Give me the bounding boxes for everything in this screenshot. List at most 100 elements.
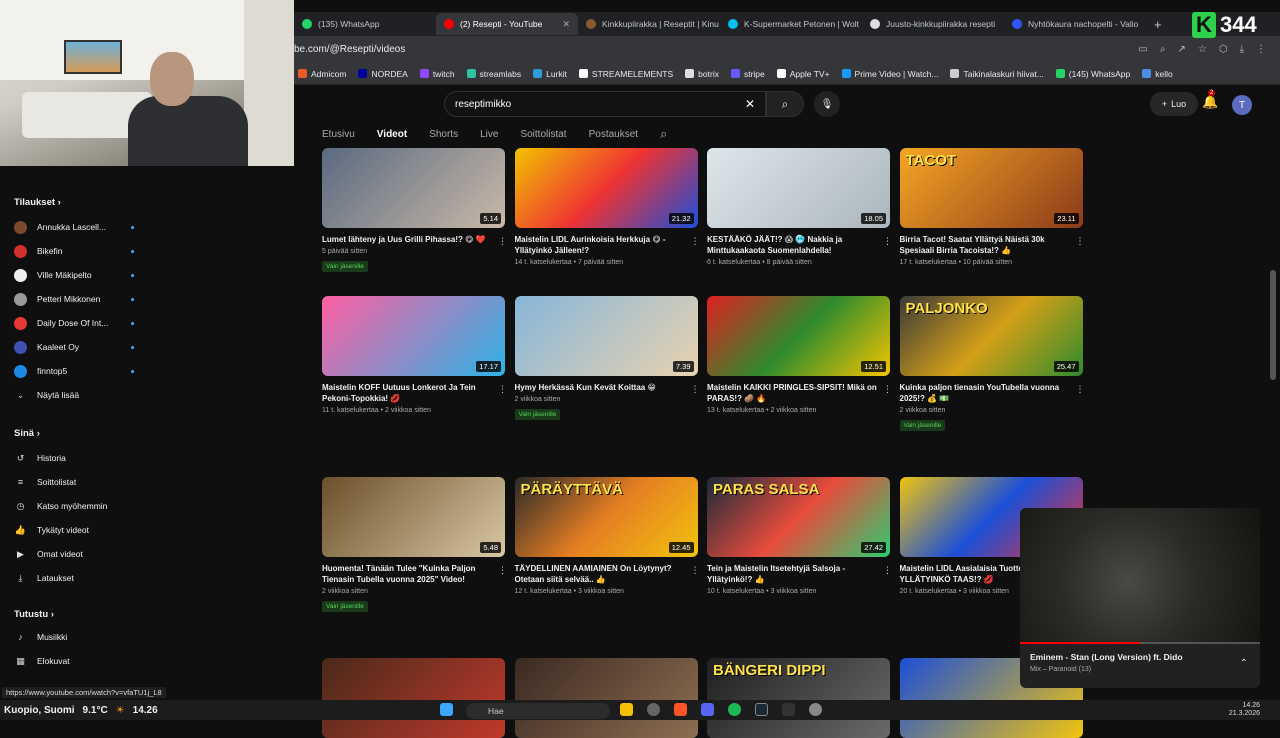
video-title[interactable]: Birria Tacot! Saatat Yllättyä Näistä 30k… [900, 234, 1070, 256]
bookmark-item[interactable]: Admicom [298, 69, 346, 79]
search-value[interactable]: reseptimikko [455, 99, 511, 110]
chrome-icon[interactable] [647, 703, 660, 716]
close-icon[interactable]: ✕ [562, 19, 570, 30]
video-card[interactable]: 18.05 KESTÄÄKÖ JÄÄT!? 😱 🥶 Nakkia ja Mintt… [707, 148, 892, 266]
bookmark-item[interactable]: (145) WhatsApp [1055, 69, 1130, 79]
sidebar-item[interactable]: Bikefin [14, 242, 134, 260]
video-title[interactable]: KESTÄÄKÖ JÄÄT!? 😱 🥶 Nakkia ja Minttukaak… [707, 234, 877, 256]
url-text[interactable]: be.com/@Resepti/videos [294, 44, 405, 55]
more-options-icon[interactable]: ⋮ [498, 384, 507, 395]
sidebar-item[interactable]: ♪ Musiikki [14, 628, 134, 646]
steam-icon[interactable] [755, 703, 768, 716]
bookmark-star-icon[interactable]: ☆ [1198, 44, 1207, 55]
search-button[interactable]: ⌕ [766, 91, 804, 117]
page-scrollbar[interactable] [1270, 270, 1276, 380]
sidebar-item[interactable]: Ville Mäkipelto [14, 266, 134, 284]
more-options-icon[interactable]: ⋮ [1076, 236, 1085, 247]
video-card[interactable]: PALJONKO 25.47 Kuinka paljon tienasin YouT… [899, 296, 1085, 432]
more-options-icon[interactable]: ⋮ [498, 565, 507, 576]
video-card[interactable]: 5.48 Huomenta! Tänään Tulee "Kuinka Paljo… [322, 477, 507, 613]
new-tab-button[interactable]: + [1154, 17, 1162, 32]
channel-tab[interactable]: Videot [377, 129, 407, 140]
windows-start-icon[interactable] [440, 703, 453, 716]
video-thumbnail[interactable]: 12.51 [707, 296, 890, 376]
video-title[interactable]: Tein ja Maistelin Itsetehtyjä Salsoja - … [707, 563, 877, 585]
weather-widget[interactable]: Kuopio, Suomi 9.1°C ☀ 14.26 [4, 700, 158, 720]
sidebar-section-heading[interactable]: Sinä › [14, 428, 40, 439]
browser-tab[interactable]: K-Supermarket Petonen | Wolt [720, 13, 862, 35]
bookmark-item[interactable]: twitch [419, 69, 455, 79]
video-card[interactable]: TACOT 23.11 Birria Tacot! Saatat Yllättyä … [899, 148, 1085, 266]
video-thumbnail[interactable]: PARAS SALSA 27.42 [707, 477, 890, 557]
sidebar-item[interactable]: 👍 Tykätyt videot [14, 521, 134, 539]
menu-icon[interactable]: ⋮ [1256, 44, 1266, 55]
download-icon[interactable]: ⤓ [1240, 44, 1244, 55]
video-card[interactable]: PARAS SALSA 27.42 Tein ja Maistelin Itsete… [707, 477, 892, 595]
create-button[interactable]: + Luo [1150, 92, 1198, 116]
bookmark-item[interactable]: Lurkit [533, 69, 567, 79]
extensions-icon[interactable]: ⬡ [1219, 44, 1228, 55]
miniplayer-progress[interactable] [1020, 642, 1260, 644]
browser-tab[interactable]: Kinkkupiirakka | Reseptit | Kinu [578, 13, 720, 35]
video-card[interactable] [322, 658, 505, 738]
bookmark-item[interactable]: kello [1142, 69, 1173, 79]
more-options-icon[interactable]: ⋮ [691, 565, 700, 576]
video-card[interactable]: 17.17 Maistelin KOFF Uutuus Lonkerot Ja T… [322, 296, 507, 414]
sidebar-section-heading[interactable]: Tilaukset › [14, 197, 61, 208]
video-thumbnail[interactable]: 18.05 [707, 148, 890, 228]
sidebar-item[interactable]: Annukka Lascell... [14, 218, 134, 236]
sidebar-item[interactable]: ▦ Elokuvat [14, 652, 134, 670]
channel-tab[interactable]: Live [480, 129, 498, 140]
sidebar-item[interactable]: Kaaleet Oy [14, 338, 134, 356]
browser-tab[interactable]: Nyhtökaura nachopelti - Valio [1004, 13, 1146, 35]
bookmark-item[interactable]: Apple TV+ [776, 69, 830, 79]
channel-tab[interactable]: Postaukset [589, 129, 638, 140]
video-thumbnail[interactable]: 5.48 [322, 477, 505, 557]
browser-tab[interactable]: Juusto-kinkkupiirakka resepti [862, 13, 1004, 35]
taskbar-search[interactable]: Hae [466, 703, 610, 719]
notifications-button[interactable]: 🔔 2 [1202, 90, 1218, 110]
share-icon[interactable]: ↗ [1177, 44, 1185, 55]
more-options-icon[interactable]: ⋮ [1076, 384, 1085, 395]
address-bar[interactable]: be.com/@Resepti/videos ▭ ⌕ ↗ ☆ ⬡ ⤓ ⋮ [294, 36, 1280, 63]
video-title[interactable]: Maistelin KAIKKI PRINGLES-SIPSIT! Mikä o… [707, 382, 877, 404]
file-explorer-icon[interactable] [620, 703, 633, 716]
video-thumbnail[interactable]: 17.17 [322, 296, 505, 376]
bookmark-item[interactable]: STREAMELEMENTS [578, 69, 673, 79]
more-options-icon[interactable]: ⋮ [883, 565, 892, 576]
channel-tab[interactable]: Shorts [429, 129, 458, 140]
discord-icon[interactable] [701, 703, 714, 716]
cast-icon[interactable]: ▭ [1138, 44, 1147, 55]
video-thumbnail[interactable] [514, 658, 698, 738]
video-thumbnail[interactable]: BÄNGERI DIPPI [707, 658, 890, 738]
video-card[interactable]: BÄNGERI DIPPI [707, 658, 890, 738]
video-card[interactable]: 5.14 Lumet lähteny ja Uus Grilli Pihassa!… [322, 148, 507, 273]
more-options-icon[interactable]: ⋮ [883, 384, 892, 395]
video-card[interactable]: 21.32 Maistelin LIDL Aurinkoisia Herkkuja… [514, 148, 700, 266]
video-card[interactable]: 12.51 Maistelin KAIKKI PRINGLES-SIPSIT! M… [707, 296, 892, 414]
video-title[interactable]: TÄYDELLINEN AAMIAINEN On Löytynyt? Oteta… [515, 563, 685, 585]
sidebar-item[interactable]: ↺ Historia [14, 449, 134, 467]
bookmark-item[interactable]: NORDEA [358, 69, 408, 79]
video-thumbnail[interactable] [322, 658, 505, 738]
video-title[interactable]: Kuinka paljon tienasin YouTubella vuonna… [900, 382, 1070, 404]
spotify-icon[interactable] [728, 703, 741, 716]
sidebar-item[interactable]: Petteri Mikkonen [14, 290, 134, 308]
bookmark-item[interactable]: streamlabs [466, 69, 521, 79]
sidebar-item[interactable]: finntop5 [14, 362, 134, 380]
search-input[interactable]: reseptimikko ✕ [444, 91, 766, 117]
sidebar-item[interactable]: ≡ Soittolistat [14, 473, 134, 491]
video-thumbnail[interactable]: PALJONKO 25.47 [899, 296, 1083, 376]
more-options-icon[interactable]: ⋮ [883, 236, 892, 247]
video-thumbnail[interactable]: 7.39 [514, 296, 698, 376]
zoom-icon[interactable]: ⌕ [1160, 44, 1166, 55]
more-options-icon[interactable]: ⋮ [691, 384, 700, 395]
bookmark-item[interactable]: Taikinalaskuri hiivat... [950, 69, 1044, 79]
video-card[interactable]: PÄRÄYTTÄVÄ 12.45 TÄYDELLINEN AAMIAINEN On … [514, 477, 700, 595]
browser-tab[interactable]: (135) WhatsApp [294, 13, 436, 35]
more-options-icon[interactable]: ⋮ [691, 236, 700, 247]
brave-icon[interactable] [674, 703, 687, 716]
bookmark-item[interactable]: botrix [685, 69, 719, 79]
video-card[interactable] [514, 658, 698, 738]
miniplayer-video[interactable] [1020, 508, 1260, 642]
